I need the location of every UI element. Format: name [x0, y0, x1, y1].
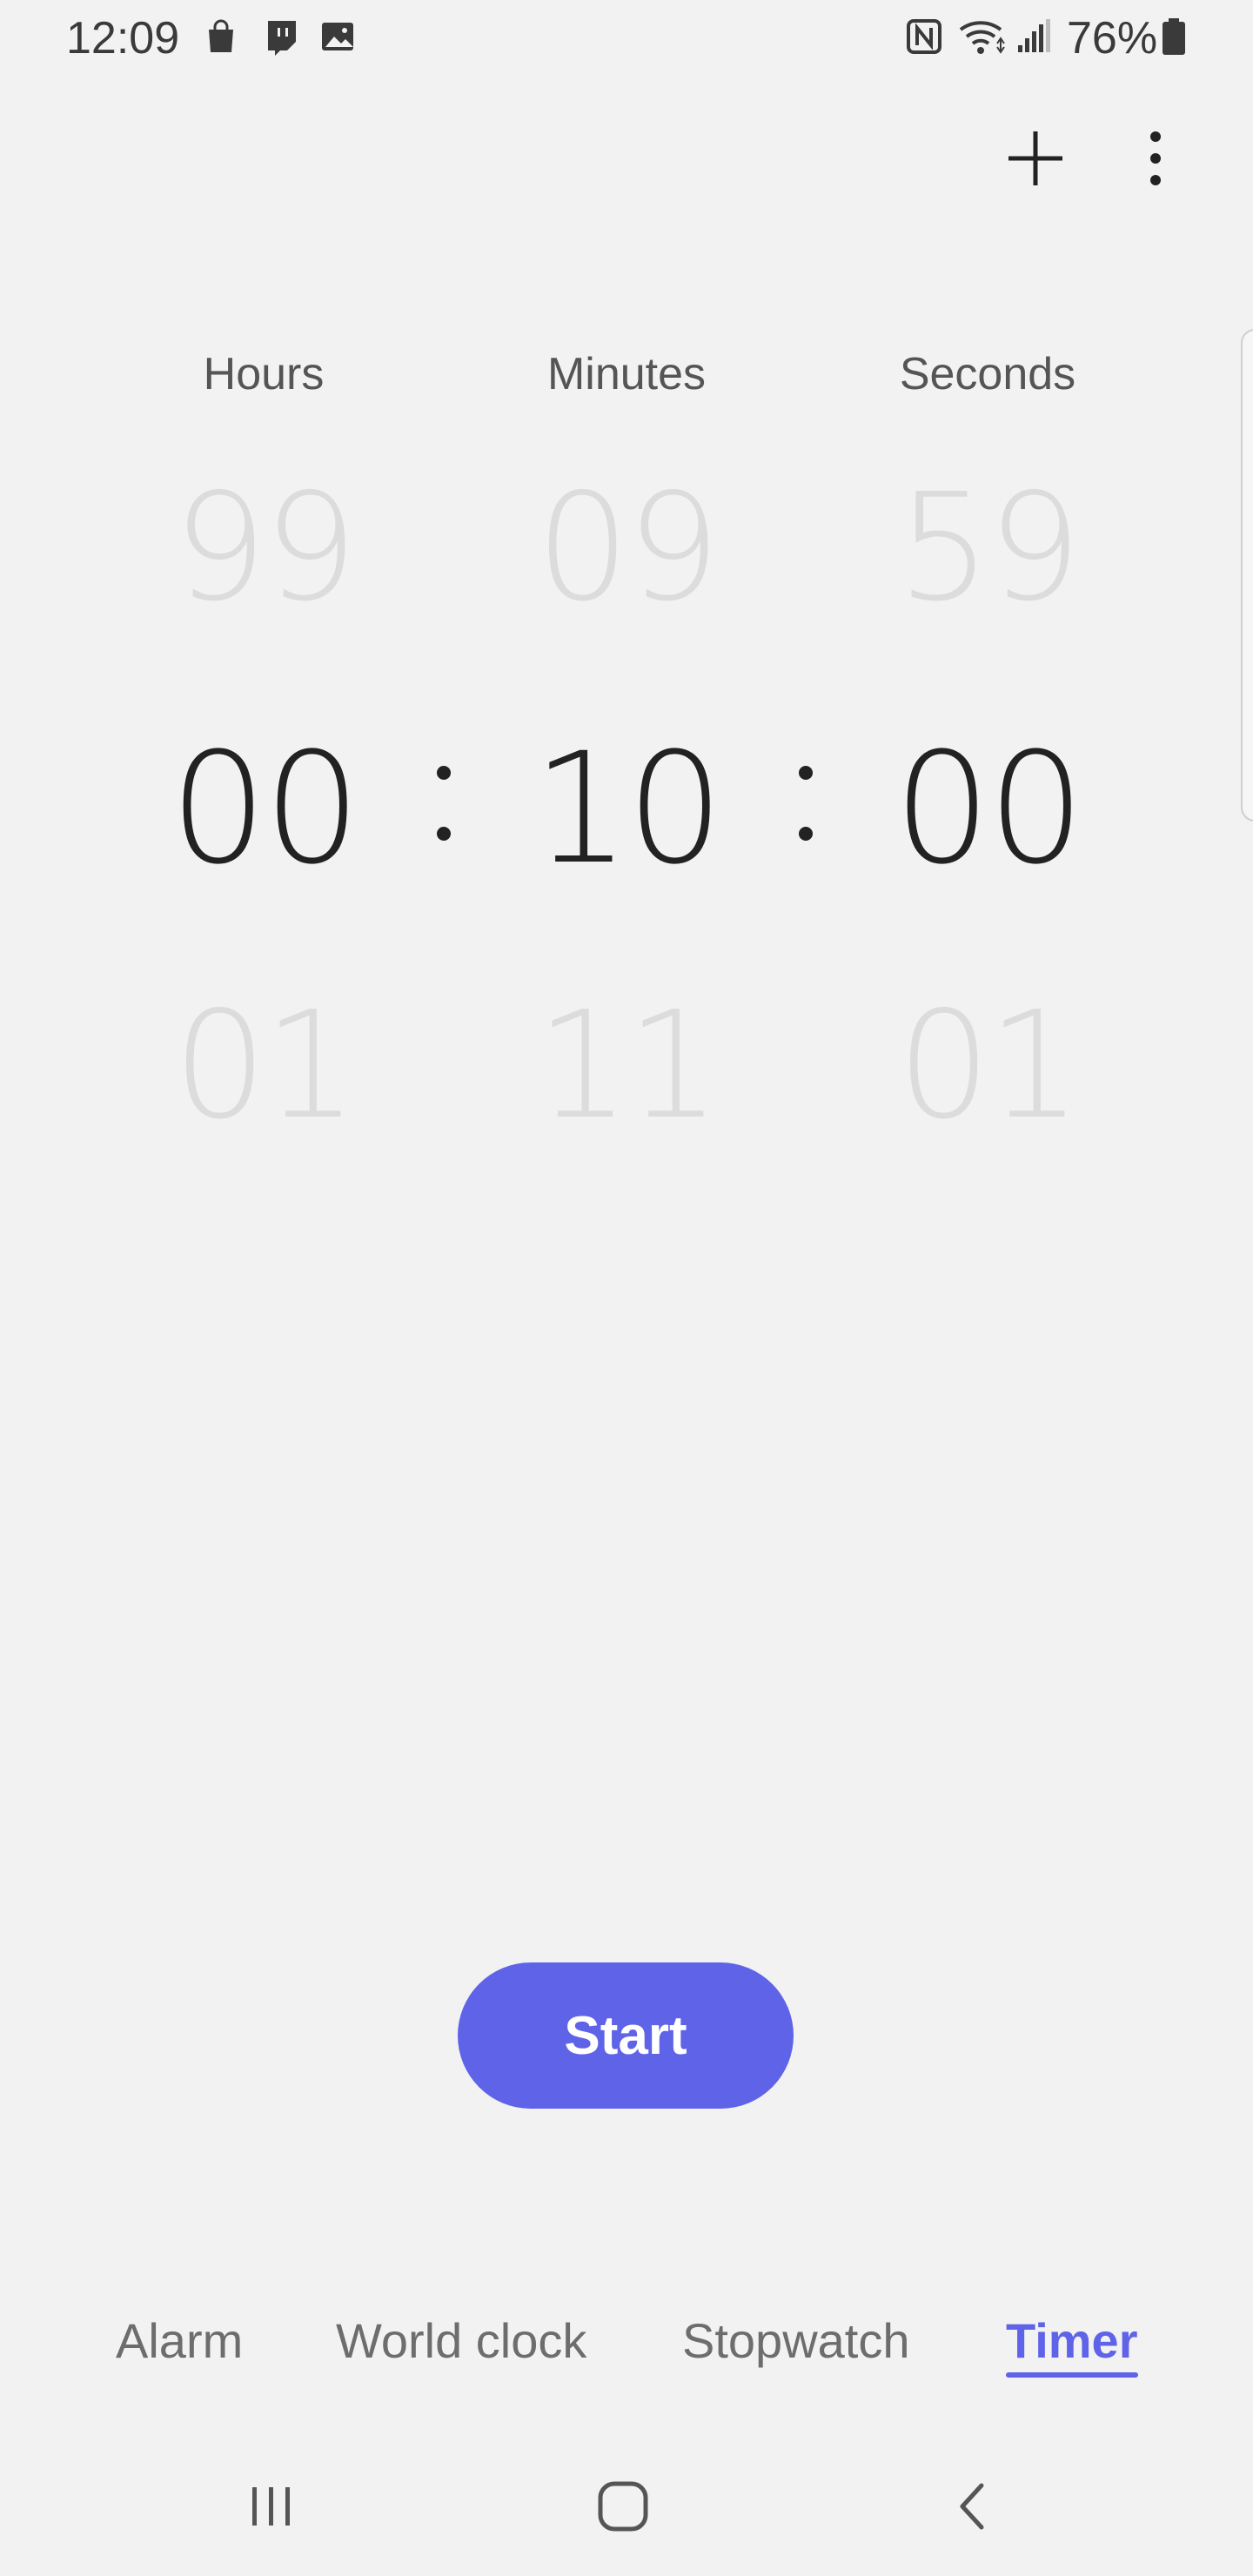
seconds-label: Seconds	[899, 349, 1076, 399]
signal-icon	[1018, 19, 1050, 52]
seconds-current-value[interactable]: 00	[857, 718, 1118, 901]
minutes-prev-value[interactable]: 09	[496, 461, 757, 635]
hours-picker[interactable]: 99 00 01	[133, 461, 394, 1157]
tab-stopwatch[interactable]: Stopwatch	[682, 2306, 910, 2376]
shopping-bag-icon	[209, 19, 233, 52]
recent-apps-icon	[252, 2487, 290, 2526]
tab-timer[interactable]: Timer	[1006, 2306, 1137, 2376]
active-tab-indicator	[1006, 2372, 1138, 2378]
battery-percent: 76%	[1067, 13, 1158, 64]
status-bar: 12:09 76%	[0, 0, 1253, 77]
minutes-label: Minutes	[546, 349, 707, 399]
seconds-picker[interactable]: 59 00 01	[857, 461, 1118, 1157]
nfc-icon	[907, 19, 941, 54]
tab-alarm[interactable]: Alarm	[116, 2306, 243, 2376]
edge-panel-handle[interactable]	[1241, 329, 1253, 822]
tab-world-clock[interactable]: World clock	[336, 2306, 586, 2376]
back-button[interactable]	[921, 2463, 1025, 2550]
add-preset-button[interactable]	[999, 122, 1072, 195]
home-icon	[598, 2481, 648, 2532]
hours-next-value[interactable]: 01	[133, 979, 394, 1153]
hours-label: Hours	[203, 349, 325, 399]
minutes-current-value[interactable]: 10	[496, 718, 757, 901]
twitch-icon	[268, 21, 296, 56]
back-icon	[960, 2483, 984, 2530]
minutes-next-value[interactable]: 11	[496, 979, 757, 1153]
home-button[interactable]	[571, 2463, 675, 2550]
hours-prev-value[interactable]: 99	[133, 461, 394, 635]
wifi-icon	[959, 21, 1005, 54]
timer-screen: 12:09 76% Hours Minutes Seconds 99 00 01…	[0, 0, 1253, 2576]
minutes-picker[interactable]: 09 10 11	[496, 461, 757, 1157]
start-button[interactable]: Start	[458, 1962, 794, 2109]
seconds-next-value[interactable]: 01	[857, 979, 1118, 1153]
status-time: 12:09	[66, 13, 180, 64]
image-icon	[322, 23, 353, 50]
seconds-prev-value[interactable]: 59	[857, 461, 1118, 635]
more-vertical-icon	[1150, 131, 1161, 185]
plus-icon	[1008, 131, 1062, 185]
hours-current-value[interactable]: 00	[133, 718, 394, 901]
colon-separator	[437, 750, 451, 855]
recent-apps-button[interactable]	[219, 2463, 324, 2550]
more-options-button[interactable]	[1119, 122, 1192, 195]
colon-separator	[799, 750, 813, 855]
battery-icon	[1163, 18, 1185, 55]
